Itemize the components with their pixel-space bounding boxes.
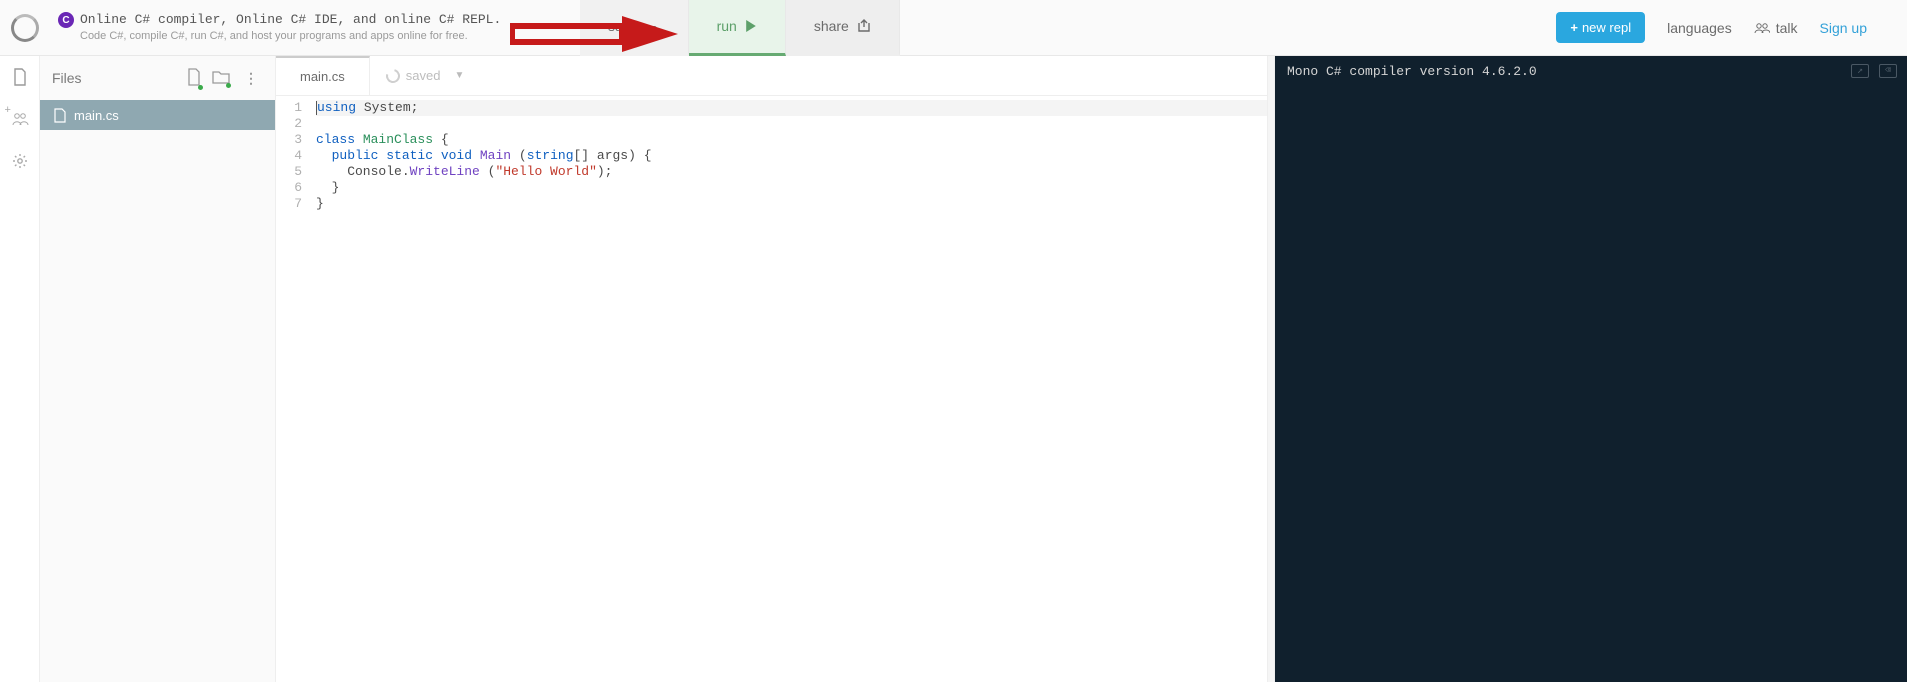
settings-gear-icon[interactable] xyxy=(11,152,29,170)
file-icon xyxy=(54,108,66,123)
share-icon xyxy=(857,19,871,33)
add-people-icon[interactable]: + xyxy=(11,110,29,128)
console-output: Mono C# compiler version 4.6.2.0 xyxy=(1287,64,1895,79)
csharp-badge-icon: C xyxy=(58,12,74,28)
new-repl-button[interactable]: + new repl xyxy=(1556,12,1645,43)
console-clear-icon[interactable]: ⌫ xyxy=(1879,64,1897,78)
files-label: Files xyxy=(52,70,176,86)
console-icons: ↗ ⌫ xyxy=(1851,64,1897,78)
title-area: C Online C# compiler, Online C# IDE, and… xyxy=(50,12,509,43)
save-button[interactable]: save ☁ xyxy=(580,0,689,56)
title-line1: C Online C# compiler, Online C# IDE, and… xyxy=(58,12,501,29)
cloud-save-icon: ☁ xyxy=(646,18,660,35)
code-content[interactable]: using System; class MainClass { public s… xyxy=(310,96,1267,682)
saved-indicator[interactable]: saved ▼ xyxy=(370,68,481,83)
saved-label: saved xyxy=(406,68,441,83)
site-logo[interactable] xyxy=(0,14,50,42)
code-editor[interactable]: 1234567 using System; class MainClass { … xyxy=(276,96,1267,682)
share-button[interactable]: share xyxy=(786,0,900,56)
file-item-main[interactable]: main.cs xyxy=(40,100,275,130)
play-icon xyxy=(745,20,757,32)
languages-link[interactable]: languages xyxy=(1667,20,1732,36)
tab-label: main.cs xyxy=(300,69,345,84)
talk-link[interactable]: talk xyxy=(1754,20,1798,36)
save-label: save xyxy=(608,18,638,34)
plus-icon: + xyxy=(1570,20,1578,35)
subtitle-text: Code C#, compile C#, run C#, and host yo… xyxy=(58,29,501,43)
console-panel[interactable]: ↗ ⌫ Mono C# compiler version 4.6.2.0 xyxy=(1275,56,1907,682)
left-iconbar: + xyxy=(0,56,40,682)
new-file-button[interactable] xyxy=(186,68,202,89)
replit-logo-icon xyxy=(11,14,39,42)
tabbar: main.cs saved ▼ xyxy=(276,56,1267,96)
tab-main[interactable]: main.cs xyxy=(276,56,370,95)
new-folder-button[interactable] xyxy=(212,69,230,87)
title-text: Online C# compiler, Online C# IDE, and o… xyxy=(80,12,501,29)
main: + Files ⋮ main.cs main.cs xyxy=(0,56,1907,682)
line-gutter: 1234567 xyxy=(276,96,310,682)
file-name: main.cs xyxy=(74,108,119,123)
refresh-icon xyxy=(383,66,402,85)
run-label: run xyxy=(717,18,737,34)
splitter[interactable] xyxy=(1267,56,1275,682)
new-repl-label: new repl xyxy=(1582,20,1631,35)
signup-link[interactable]: Sign up xyxy=(1820,20,1867,36)
file-tab-icon[interactable] xyxy=(11,68,29,86)
header-center-buttons: save ☁ run share xyxy=(580,0,900,56)
share-label: share xyxy=(814,18,849,34)
people-icon xyxy=(1754,22,1770,34)
console-popout-icon[interactable]: ↗ xyxy=(1851,64,1869,78)
files-panel: Files ⋮ main.cs xyxy=(40,56,276,682)
chevron-down-icon: ▼ xyxy=(455,70,465,81)
editor-area: main.cs saved ▼ 1234567 using System; cl… xyxy=(276,56,1267,682)
header: C Online C# compiler, Online C# IDE, and… xyxy=(0,0,1907,56)
files-more-button[interactable]: ⋮ xyxy=(240,70,263,87)
header-right: + new repl languages talk Sign up xyxy=(1556,12,1907,43)
talk-label: talk xyxy=(1776,20,1798,36)
run-button[interactable]: run xyxy=(689,0,786,56)
files-header: Files ⋮ xyxy=(40,56,275,100)
